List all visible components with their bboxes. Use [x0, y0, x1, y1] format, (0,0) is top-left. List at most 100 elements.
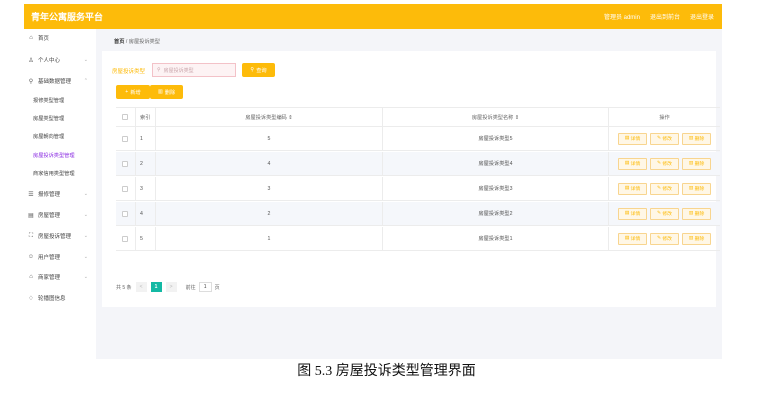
detail-button[interactable]: ▤ 详情 — [618, 207, 647, 220]
row-check-cell — [122, 227, 132, 250]
header-name[interactable]: 房屋投诉类型名称 ⇕ — [382, 108, 608, 126]
chevron-down-icon: ⌄ — [83, 191, 88, 197]
sidebar-item-complaint[interactable]: ⛶ 房屋投诉管理 ⌄ — [24, 230, 96, 242]
sidebar-item-basic-data[interactable]: ⚲ 基础数据管理 ⌃ — [24, 75, 96, 87]
edit-button[interactable]: ✎ 修改 — [650, 232, 679, 245]
row-name: 房屋投诉类型5 — [382, 127, 608, 150]
row-code: 5 — [155, 127, 382, 150]
header-code[interactable]: 房屋投诉类型编码 ⇕ — [155, 108, 382, 126]
row-index: 1 — [135, 127, 155, 150]
delete-button[interactable]: ▥ 删除 — [682, 157, 711, 170]
select-all-checkbox[interactable] — [122, 114, 128, 120]
sidebar-item-label: 基础数据管理 — [38, 79, 72, 85]
trash-icon: ▥ — [688, 136, 694, 141]
detail-button[interactable]: ▤ 详情 — [618, 132, 647, 145]
location-icon: ⚲ — [28, 78, 34, 85]
header-check-cell — [122, 108, 132, 126]
search-label: 房屋投诉类型 — [112, 69, 146, 75]
edit-button[interactable]: ✎ 修改 — [650, 132, 679, 145]
table-row: 3 3 房屋投诉类型3 ▤ 详情 ✎ 修改 ▥ 删除 — [116, 177, 720, 201]
delete-button[interactable]: ▥ 删除 — [682, 132, 711, 145]
edit-button[interactable]: ✎ 修改 — [650, 207, 679, 220]
row-code: 4 — [155, 152, 382, 175]
bulk-delete-button[interactable]: ▥ 删除 — [150, 85, 183, 99]
detail-icon: ▤ — [624, 211, 630, 216]
trash-icon: ▥ — [688, 211, 694, 216]
row-name: 房屋投诉类型4 — [382, 152, 608, 175]
row-index: 2 — [135, 152, 155, 175]
edit-icon: ✎ — [657, 186, 662, 191]
sidebar-item-users[interactable]: ☺ 用户管理 ⌄ — [24, 251, 96, 263]
edit-icon: ✎ — [657, 236, 662, 241]
user-icon: ♙ — [28, 57, 34, 64]
edit-button[interactable]: ✎ 修改 — [650, 157, 679, 170]
row-checkbox[interactable] — [122, 185, 128, 192]
delete-button[interactable]: ▥ 删除 — [682, 207, 711, 220]
breadcrumb-current: 房屋投诉类型 — [128, 39, 160, 45]
add-button[interactable]: + 新增 — [116, 85, 150, 99]
pagination-total: 共 5 条 — [116, 284, 132, 291]
sidebar-subitem-house-type[interactable]: 房屋类型管理 — [33, 115, 64, 122]
edit-label: 修改 — [662, 237, 672, 242]
detail-button[interactable]: ▤ 详情 — [618, 182, 647, 195]
edit-button[interactable]: ✎ 修改 — [650, 182, 679, 195]
detail-button[interactable]: ▤ 详情 — [618, 232, 647, 245]
sidebar-item-carousel[interactable]: ♢ 轮播图信息 — [24, 292, 96, 304]
edit-icon: ✎ — [657, 161, 662, 166]
delete-label: 删除 — [694, 162, 705, 167]
chevron-down-icon: ⌄ — [83, 254, 88, 260]
page-number-current[interactable]: 1 — [150, 282, 162, 292]
sidebar: ⌂ 首页 ♙ 个人中心 ⌄ ⚲ 基础数据管理 ⌃ 报修类型管理 房屋类型管理 房… — [24, 29, 96, 359]
search-button-label: 查询 — [256, 67, 267, 74]
next-page-button[interactable]: > — [165, 282, 177, 292]
figure-caption: 图 5.3 房屋投诉类型管理界面 — [297, 364, 476, 379]
detail-icon: ▤ — [624, 136, 630, 141]
sidebar-item-label: 房屋投诉管理 — [38, 234, 72, 240]
edit-label: 修改 — [662, 212, 672, 217]
goto-page-input[interactable]: 1 — [198, 282, 212, 292]
chevron-up-icon: ⌃ — [83, 78, 88, 84]
back-to-front-link[interactable]: 退出到前台 — [650, 12, 680, 21]
row-code: 1 — [155, 227, 382, 250]
page-unit-label: 页 — [214, 284, 220, 291]
delete-button[interactable]: ▥ 删除 — [682, 182, 711, 195]
sidebar-item-house[interactable]: ▤ 房屋管理 ⌄ — [24, 209, 96, 221]
repair-icon: ☰ — [28, 191, 34, 198]
prev-page-button[interactable]: < — [135, 282, 147, 292]
main-content: 首页 / 房屋投诉类型 房屋投诉类型 ⚲ 房屋投诉类型 ⚲ 查询 + 新增 ▥ … — [96, 29, 722, 359]
row-name: 房屋投诉类型3 — [382, 177, 608, 200]
sidebar-item-personal-center[interactable]: ♙ 个人中心 ⌄ — [24, 54, 96, 66]
pagination: 共 5 条 < 1 > 前往 1 页 — [116, 282, 220, 292]
content-card: 房屋投诉类型 ⚲ 房屋投诉类型 ⚲ 查询 + 新增 ▥ 删除 索引 房屋投诉类型… — [102, 51, 720, 307]
sidebar-item-repair[interactable]: ☰ 报修管理 ⌄ — [24, 188, 96, 200]
sidebar-subitem-merchant-credit[interactable]: 商家信用类型管理 — [33, 170, 75, 177]
row-checkbox[interactable] — [122, 160, 128, 167]
delete-button[interactable]: ▥ 删除 — [682, 232, 711, 245]
table-row: 4 2 房屋投诉类型2 ▤ 详情 ✎ 修改 ▥ 删除 — [116, 202, 720, 226]
row-check-cell — [122, 127, 132, 150]
detail-icon: ▤ — [624, 186, 630, 191]
sidebar-item-label: 房屋管理 — [38, 213, 61, 219]
search-button[interactable]: ⚲ 查询 — [242, 63, 275, 77]
row-checkbox[interactable] — [122, 235, 128, 242]
search-input[interactable]: ⚲ 房屋投诉类型 — [152, 63, 236, 77]
logout-link[interactable]: 退出登录 — [690, 12, 714, 21]
row-code: 3 — [155, 177, 382, 200]
row-checkbox[interactable] — [122, 135, 128, 142]
sidebar-item-label: 报修管理 — [38, 192, 61, 198]
row-ops: ▤ 详情 ✎ 修改 ▥ 删除 — [608, 177, 720, 200]
breadcrumb-home[interactable]: 首页 — [114, 39, 124, 45]
sidebar-subitem-complaint-type[interactable]: 房屋投诉类型管理 — [33, 152, 75, 159]
app-title: 青年公寓服务平台 — [31, 12, 104, 22]
detail-button[interactable]: ▤ 详情 — [618, 157, 647, 170]
sidebar-subitem-repair-type[interactable]: 报修类型管理 — [33, 97, 64, 104]
sidebar-item-home[interactable]: ⌂ 首页 — [24, 32, 96, 44]
sidebar-item-merchant[interactable]: ⌂ 商家管理 ⌄ — [24, 271, 96, 283]
table-row: 1 5 房屋投诉类型5 ▤ 详情 ✎ 修改 ▥ 删除 — [116, 127, 720, 151]
row-ops: ▤ 详情 ✎ 修改 ▥ 删除 — [608, 152, 720, 175]
edit-label: 修改 — [662, 162, 672, 167]
edit-label: 修改 — [662, 187, 672, 192]
header-ops: 操作 — [608, 108, 720, 126]
row-checkbox[interactable] — [122, 210, 128, 217]
sidebar-subitem-house-orientation[interactable]: 房屋朝向管理 — [33, 133, 64, 140]
